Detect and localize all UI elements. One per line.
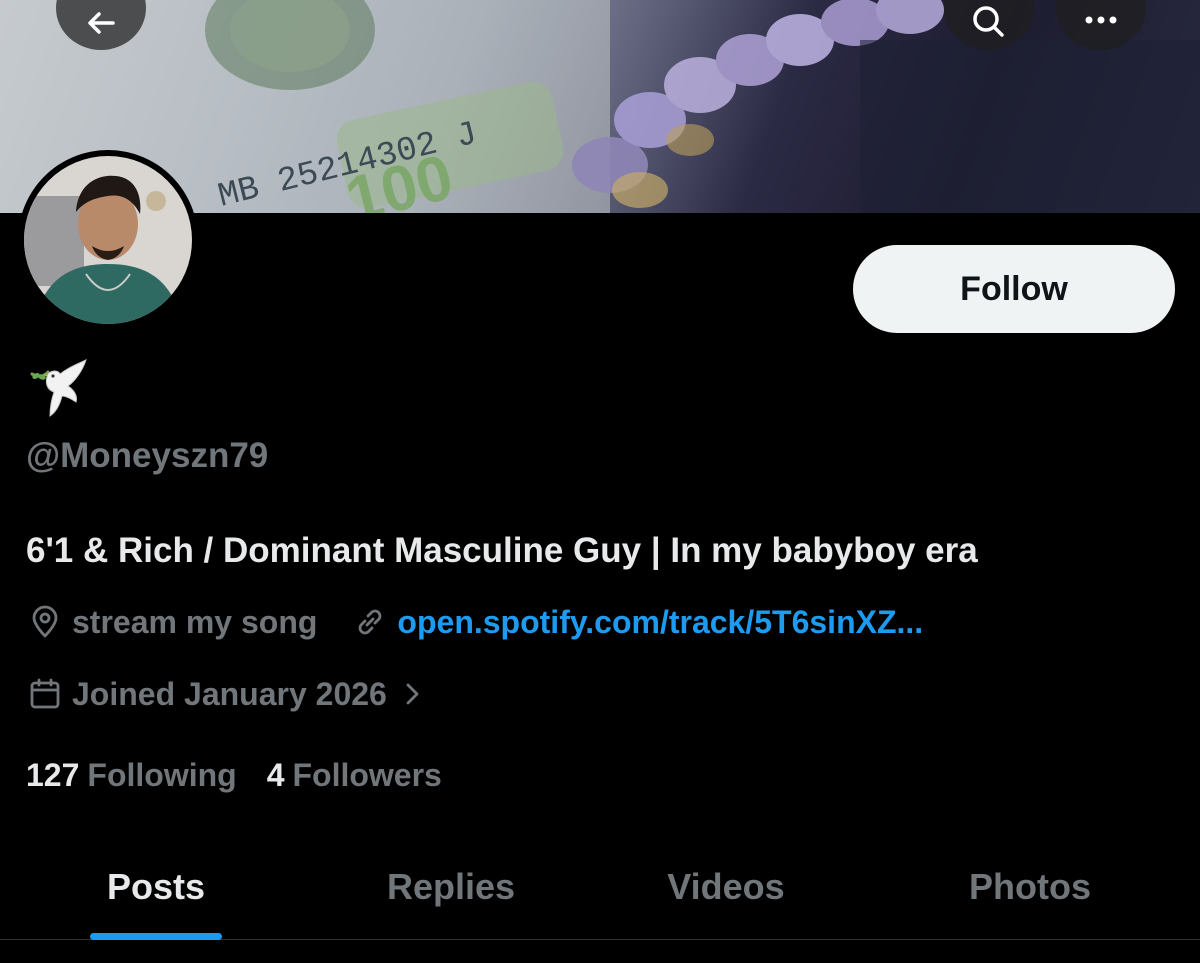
profile-joined-date: Joined January 2026 xyxy=(72,675,387,712)
tab-posts-label: Posts xyxy=(106,865,206,907)
tab-replies-label: Replies xyxy=(386,865,516,907)
search-icon xyxy=(973,6,1004,37)
followers-label: Followers xyxy=(292,757,442,793)
tab-videos-label: Videos xyxy=(667,865,785,907)
profile-website-link[interactable]: open.spotify.com/track/5T6sinXZ... xyxy=(397,604,923,641)
following-count: 127 xyxy=(26,757,80,793)
more-horizontal-icon xyxy=(1085,16,1117,24)
profile-handle: @Moneyszn79 xyxy=(26,436,269,475)
followers-stat[interactable]: 4 Followers xyxy=(267,757,442,794)
profile-tabs: Posts Replies Videos Photos xyxy=(0,833,1200,940)
tab-posts[interactable]: Posts xyxy=(56,833,256,940)
display-name-dove-icon xyxy=(26,356,90,420)
followers-count: 4 xyxy=(266,757,285,793)
link-icon xyxy=(351,603,389,641)
tab-replies[interactable]: Replies xyxy=(340,833,562,940)
active-tab-indicator xyxy=(90,933,222,940)
chevron-right-icon xyxy=(393,675,431,713)
profile-avatar[interactable] xyxy=(18,150,198,330)
profile-bio: 6'1 & Rich / Dominant Masculine Guy | In… xyxy=(26,531,978,570)
tab-photos-label: Photos xyxy=(969,865,1091,907)
tab-videos[interactable]: Videos xyxy=(620,833,832,940)
following-stat[interactable]: 127 Following xyxy=(26,757,237,794)
profile-location: stream my song xyxy=(72,603,318,640)
location-pin-icon xyxy=(26,603,64,641)
following-label: Following xyxy=(87,757,237,793)
profile-meta-location-link: stream my song open.spotify.com/track/5T… xyxy=(26,603,923,641)
profile-joined-row[interactable]: Joined January 2026 xyxy=(26,675,439,713)
calendar-icon xyxy=(26,675,64,713)
tab-photos[interactable]: Photos xyxy=(920,833,1140,940)
avatar xyxy=(24,156,192,324)
profile-stats: 127 Following 4 Followers xyxy=(26,757,472,794)
arrow-left-icon xyxy=(88,12,115,34)
follow-button[interactable]: Follow xyxy=(853,245,1175,333)
